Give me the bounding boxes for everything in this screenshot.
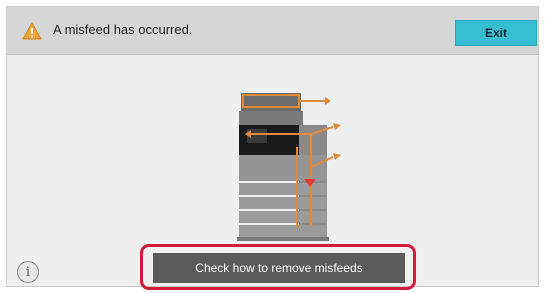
control-panel xyxy=(239,111,303,125)
header-bar: A misfeed has occurred. Exit xyxy=(7,7,538,55)
paper-tray xyxy=(239,183,327,195)
printer-illustration xyxy=(237,93,341,241)
exit-button[interactable]: Exit xyxy=(455,20,537,46)
paper-tray xyxy=(239,225,327,237)
check-misfeed-button[interactable]: Check how to remove misfeeds xyxy=(153,253,405,283)
paper-tray xyxy=(239,197,327,209)
main-body xyxy=(239,155,327,181)
printer-base xyxy=(237,237,329,241)
paper-tray xyxy=(239,211,327,223)
error-message: A misfeed has occurred. xyxy=(53,22,193,37)
info-icon[interactable]: i xyxy=(17,261,39,283)
warning-triangle-icon xyxy=(22,21,42,40)
